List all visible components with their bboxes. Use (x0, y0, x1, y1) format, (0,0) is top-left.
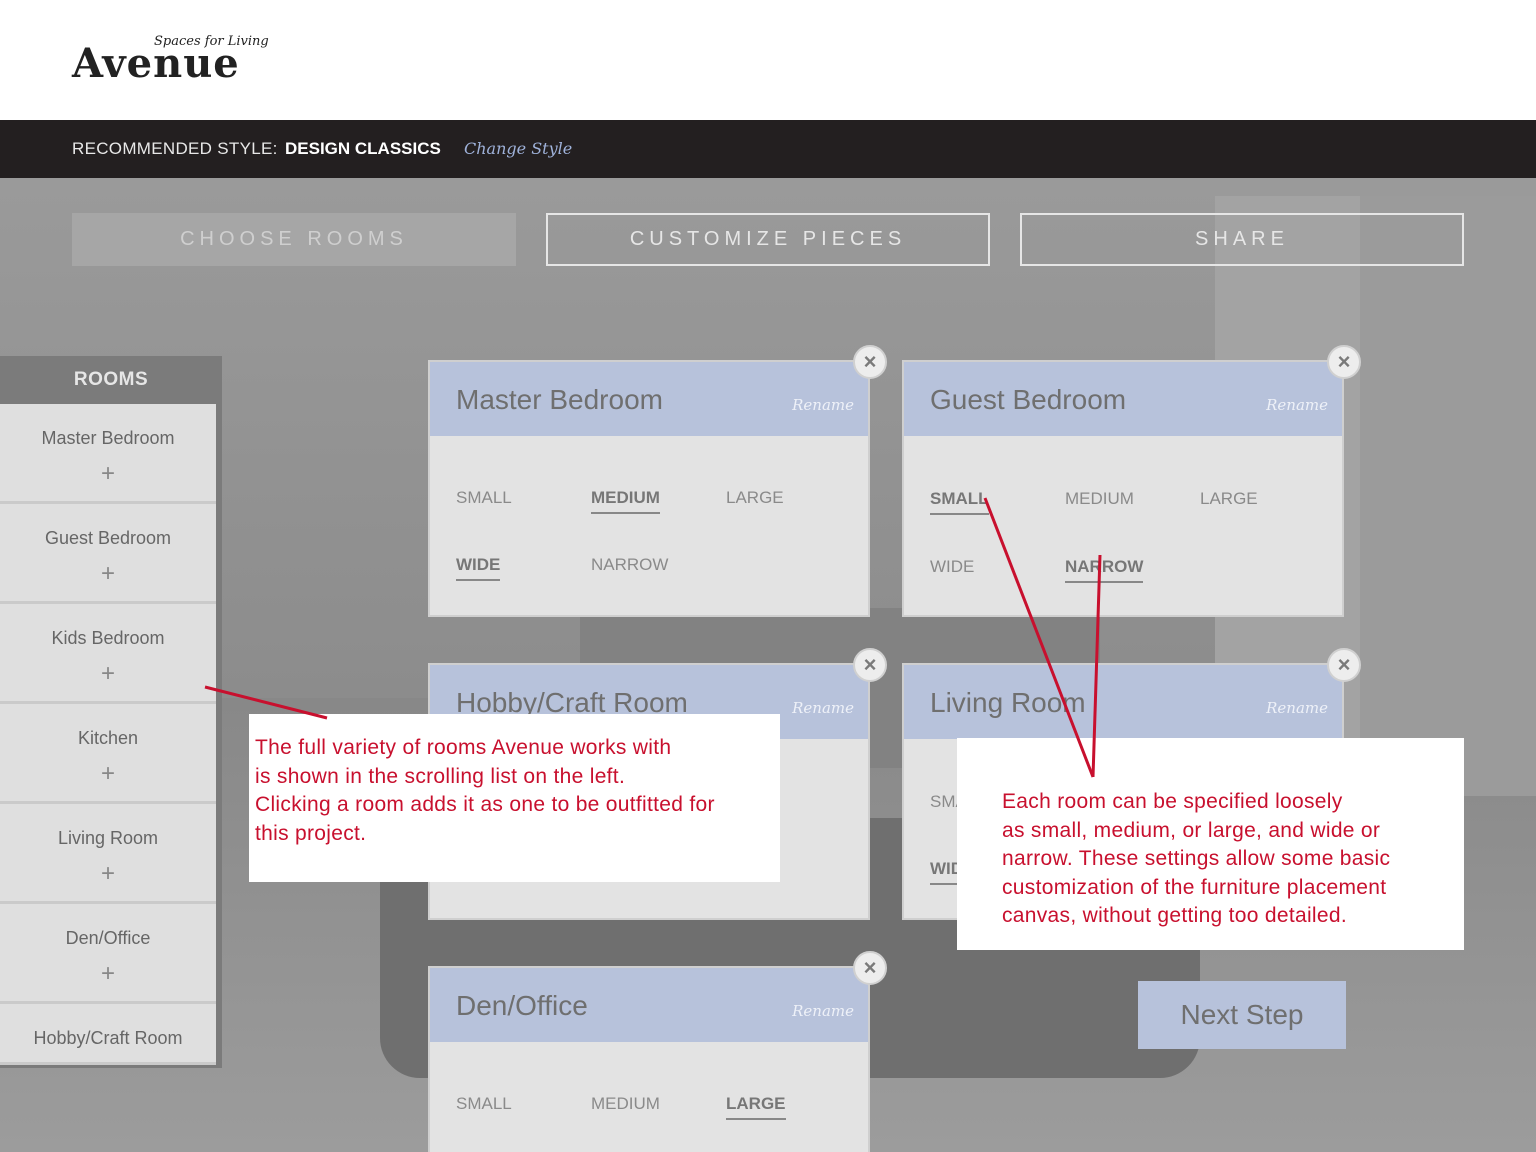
width-option-narrow[interactable]: NARROW (1065, 557, 1144, 583)
room-card-title: Guest Bedroom (930, 384, 1127, 415)
room-item-label: Hobby/Craft Room (33, 1028, 183, 1048)
rename-link[interactable]: Rename (792, 699, 854, 717)
plus-icon: + (100, 560, 115, 587)
annotation-line: as small, medium, or large, and wide or (1002, 818, 1381, 842)
annotation-line: Clicking a room adds it as one to be out… (255, 793, 715, 816)
annotation-line: this project. (255, 821, 367, 845)
room-card-master-bedroom: Master Bedroom Rename SMALL MEDIUM LARGE… (428, 360, 870, 617)
rename-link[interactable]: Rename (792, 396, 854, 414)
annotation-line: is shown in the scrolling list on the le… (255, 764, 626, 788)
room-item-label: Kids Bedroom (51, 628, 165, 648)
size-option-small[interactable]: SMALL (930, 489, 989, 515)
annotation-line: canvas, without getting too detailed. (1002, 904, 1347, 927)
recommended-style-bar: RECOMMENDED STYLE: DESIGN CLASSICS Chang… (0, 120, 1536, 178)
rename-link[interactable]: Rename (1266, 699, 1328, 717)
size-option-small[interactable]: SMALL (456, 488, 512, 512)
room-item-living-room[interactable]: Living Room + (0, 804, 216, 904)
size-option-medium[interactable]: MEDIUM (591, 1094, 660, 1118)
room-item-label: Kitchen (77, 728, 139, 748)
room-card-title: Master Bedroom (456, 384, 663, 415)
width-option-wide[interactable]: WIDE (930, 557, 974, 581)
close-icon[interactable]: × (853, 951, 887, 985)
rename-link[interactable]: Rename (1266, 396, 1328, 414)
size-option-small[interactable]: SMALL (456, 1094, 512, 1118)
room-card-header: Den/Office Rename (430, 968, 868, 1042)
room-card-den-office: Den/Office Rename SMALL MEDIUM LARGE (428, 966, 870, 1152)
annotation-line: narrow. These settings allow some basic (1002, 847, 1391, 870)
annotation-line: The full variety of rooms Avenue works w… (255, 736, 672, 759)
plus-icon: + (100, 460, 115, 487)
room-item-master-bedroom[interactable]: Master Bedroom + (0, 404, 216, 504)
room-item-label: Living Room (57, 828, 159, 848)
close-icon[interactable]: × (853, 648, 887, 682)
header: Spaces for Living Avenue (0, 0, 1536, 120)
recommended-style-value: DESIGN CLASSICS (285, 139, 441, 158)
room-item-kitchen[interactable]: Kitchen + (0, 704, 216, 804)
step-tab-share[interactable]: SHARE (1020, 213, 1464, 266)
rename-link[interactable]: Rename (792, 1002, 854, 1020)
close-icon[interactable]: × (1327, 345, 1361, 379)
rooms-sidebar-title: ROOMS (73, 369, 149, 390)
size-option-large[interactable]: LARGE (726, 488, 784, 512)
room-item-label: Master Bedroom (41, 428, 175, 448)
room-card-header: Living Room Rename (904, 665, 1342, 739)
change-style-link[interactable]: Change Style (464, 139, 572, 158)
step-tab-choose-rooms[interactable]: CHOOSE ROOMS (72, 213, 516, 266)
room-card-title: Living Room (930, 687, 1086, 718)
room-card-guest-bedroom: Guest Bedroom Rename SMALL MEDIUM LARGE … (902, 360, 1344, 617)
rooms-sidebar: ROOMS Master Bedroom + Guest Bedroom + K… (0, 356, 222, 1068)
annotation-note-room-sizes: Each room can be specified loosely as sm… (957, 738, 1464, 950)
width-option-narrow[interactable]: NARROW (591, 555, 668, 579)
room-item-kids-bedroom[interactable]: Kids Bedroom + (0, 604, 216, 704)
logo-wordmark: Avenue (72, 40, 240, 87)
annotation-line: Each room can be specified loosely (1002, 790, 1343, 813)
size-option-medium[interactable]: MEDIUM (1065, 489, 1134, 513)
plus-icon: + (100, 760, 115, 787)
annotation-line: customization of the furniture placement (1002, 875, 1387, 899)
room-item-guest-bedroom[interactable]: Guest Bedroom + (0, 504, 216, 604)
width-option-wide[interactable]: WIDE (456, 555, 501, 581)
plus-icon: + (100, 860, 115, 887)
annotation-note-rooms-list: The full variety of rooms Avenue works w… (249, 714, 780, 882)
size-option-large[interactable]: LARGE (1200, 489, 1258, 513)
plus-icon: + (100, 660, 115, 687)
room-card-header: Master Bedroom Rename (430, 362, 868, 436)
room-item-label: Den/Office (65, 928, 151, 948)
room-item-hobby-craft-room[interactable]: Hobby/Craft Room (0, 1004, 216, 1065)
size-option-large[interactable]: LARGE (726, 1094, 786, 1120)
avenue-logo[interactable]: Spaces for Living Avenue (72, 34, 272, 94)
step-tab-customize-pieces[interactable]: CUSTOMIZE PIECES (546, 213, 990, 266)
close-icon[interactable]: × (853, 345, 887, 379)
recommended-style-label: RECOMMENDED STYLE: (72, 139, 278, 158)
plus-icon: + (100, 960, 115, 987)
room-item-label: Guest Bedroom (44, 528, 172, 548)
close-icon[interactable]: × (1327, 648, 1361, 682)
size-option-medium[interactable]: MEDIUM (591, 488, 660, 514)
room-card-title: Den/Office (456, 990, 588, 1021)
room-item-den-office[interactable]: Den/Office + (0, 904, 216, 1004)
background-bookshelf-right (1360, 196, 1536, 796)
next-step-button[interactable]: Next Step (1138, 981, 1346, 1049)
room-card-header: Guest Bedroom Rename (904, 362, 1342, 436)
